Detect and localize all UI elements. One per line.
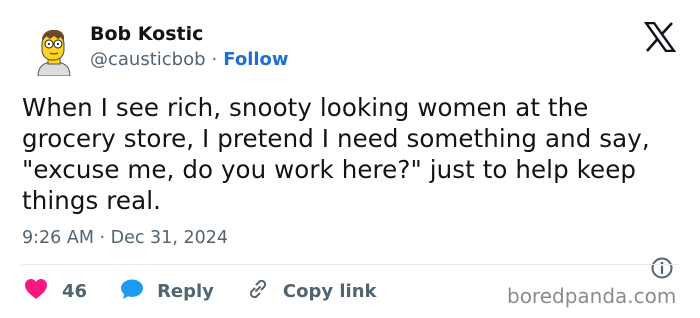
watermark: boredpanda.com xyxy=(507,284,677,308)
author-display-name[interactable]: Bob Kostic xyxy=(90,23,203,45)
x-logo-icon[interactable] xyxy=(643,21,677,53)
handle-separator: · xyxy=(211,49,218,70)
reply-bubble-icon xyxy=(120,278,144,305)
author-handle[interactable]: @causticbob xyxy=(90,49,206,70)
avatar-image xyxy=(37,29,71,77)
reply-label: Reply xyxy=(157,280,214,302)
tweet-text: When I see rich, snooty looking women at… xyxy=(22,93,650,215)
tweet-actions: 46 Reply Copy link xyxy=(24,277,377,305)
author-handle-row: @causticbob · Follow xyxy=(90,49,289,70)
follow-button[interactable]: Follow xyxy=(223,49,288,70)
heart-icon xyxy=(24,278,48,305)
like-button[interactable]: 46 xyxy=(24,278,87,305)
tweet-timestamp[interactable]: 9:26 AM · Dec 31, 2024 xyxy=(22,228,228,248)
like-count: 46 xyxy=(62,280,88,302)
copy-link-button[interactable]: Copy link xyxy=(245,276,377,307)
info-icon[interactable] xyxy=(650,256,674,280)
avatar[interactable] xyxy=(28,24,80,77)
copy-link-label: Copy link xyxy=(282,280,377,302)
divider xyxy=(22,264,678,265)
reply-button[interactable]: Reply xyxy=(120,278,214,305)
link-icon xyxy=(245,276,271,307)
